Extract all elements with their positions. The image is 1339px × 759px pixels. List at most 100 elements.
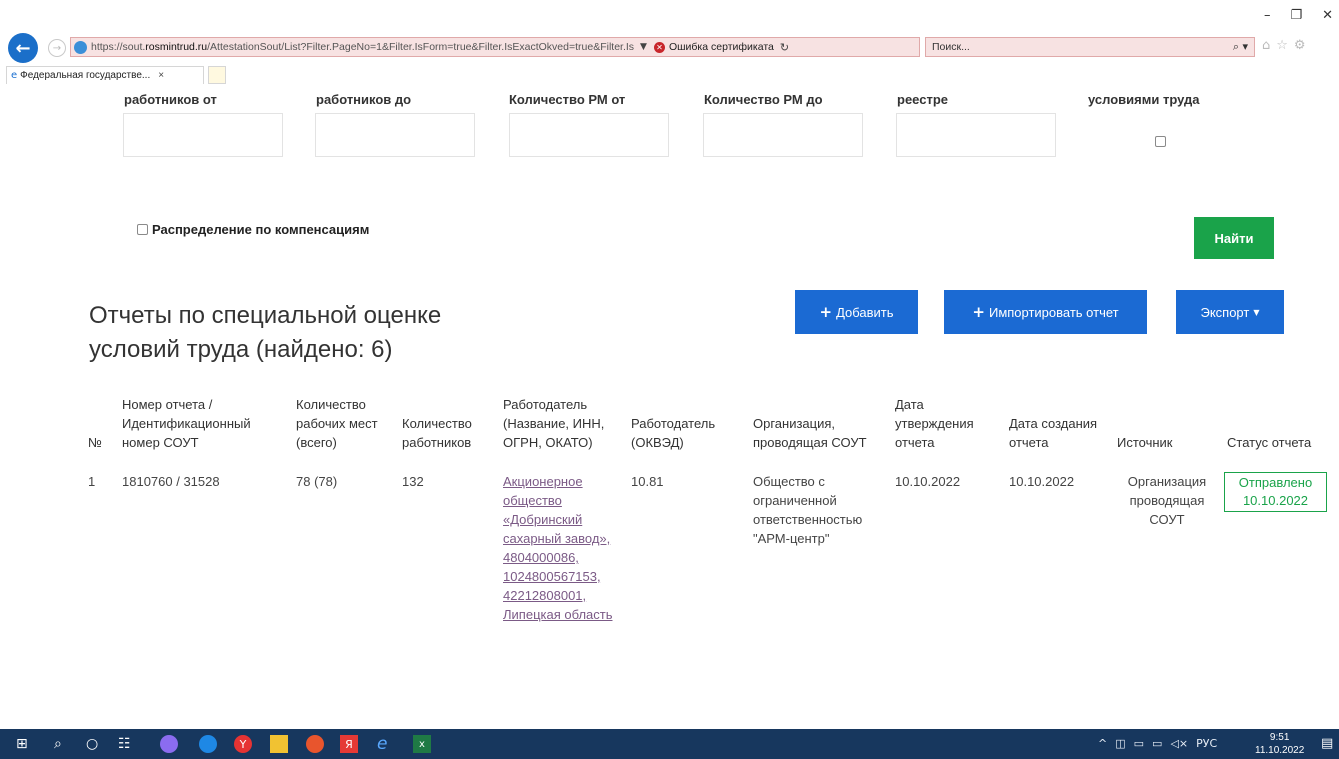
compensation-label[interactable]: Распределение по компенсациям: [152, 222, 369, 237]
employer-link[interactable]: Акционерное общество «Добринский сахарны…: [503, 474, 613, 622]
import-report-label: Импортировать отчет: [988, 304, 1119, 320]
harmful-conditions-checkbox[interactable]: [1155, 136, 1166, 147]
col-header-approved-date[interactable]: Дата утверждения отчета: [890, 395, 1004, 461]
import-report-button[interactable]: + Импортировать отчет: [944, 290, 1147, 334]
col-header-created-date[interactable]: Дата создания отчета: [1004, 395, 1112, 461]
url-path: /AttestationSout/List?Filter.PageNo=1&Fi…: [207, 41, 635, 53]
system-tray: ^ ◫ ▭ ▭ ◁× РУС: [1098, 737, 1217, 750]
cell-workers: 132: [402, 474, 424, 489]
workers-to-input[interactable]: [315, 113, 475, 157]
filter-label-rm-from: Количество РМ от: [509, 92, 626, 107]
favorites-star-icon[interactable]: ☆: [1276, 38, 1288, 53]
forward-button[interactable]: →: [48, 39, 66, 57]
cell-created-date: 10.10.2022: [1009, 474, 1075, 489]
back-button[interactable]: ←: [8, 33, 38, 63]
col-header-no: №: [88, 435, 102, 450]
filter-label-registry: реестре: [897, 92, 948, 107]
col-header-number[interactable]: Номер отчета / Идентификационный номер С…: [117, 395, 291, 461]
edge-browser-icon[interactable]: [199, 735, 217, 753]
cell-no: 1: [88, 474, 96, 489]
col-header-okved[interactable]: Работодатель (ОКВЭД): [626, 395, 748, 461]
forward-arrow-icon: →: [52, 42, 62, 54]
url-prefix: https://sout.: [91, 41, 146, 53]
refresh-icon[interactable]: ↻: [780, 41, 789, 54]
excel-icon[interactable]: x: [413, 735, 431, 753]
cell-organization: Общество с ограниченной ответственностью…: [753, 474, 863, 546]
tab-close-icon[interactable]: ×: [158, 70, 164, 81]
clock-date: 11.10.2022: [1255, 745, 1305, 756]
col-header-workers[interactable]: Количество работников: [397, 395, 498, 461]
table-header-row: № Номер отчета / Идентификационный номер…: [83, 395, 1332, 461]
settings-gear-icon[interactable]: ⚙: [1294, 38, 1306, 53]
back-arrow-icon: ←: [15, 37, 31, 59]
address-dropdown-icon[interactable]: ▼: [640, 42, 647, 52]
notifications-icon[interactable]: ▤: [1321, 736, 1333, 751]
filter-label-workers-from: работников от: [124, 92, 217, 107]
col-header-places[interactable]: Количество рабочих мест (всего): [291, 395, 397, 461]
registry-input[interactable]: [896, 113, 1056, 157]
certificate-error-icon: ✕: [653, 41, 665, 53]
col-header-organization[interactable]: Организация, проводящая СОУТ: [748, 395, 890, 461]
compensation-filter: Распределение по компенсациям: [137, 222, 369, 237]
clock-time: 9:51: [1269, 732, 1290, 743]
yandex-browser-icon[interactable]: Y: [234, 735, 252, 753]
table-row: 1 1810760 / 31528 78 (78) 132 Акционерно…: [83, 461, 1332, 624]
status-badge: Отправлено 10.10.2022: [1224, 472, 1327, 512]
taskbar-search-icon[interactable]: ⌕: [54, 735, 62, 753]
yandex-icon[interactable]: Я: [340, 735, 358, 753]
address-bar[interactable]: https://sout.rosmintrud.ru/AttestationSo…: [70, 37, 920, 57]
export-dropdown-button[interactable]: Экспорт ▼: [1176, 290, 1284, 334]
col-header-employer[interactable]: Работодатель (Название, ИНН, ОГРН, ОКАТО…: [498, 395, 626, 461]
url-text[interactable]: https://sout.rosmintrud.ru/AttestationSo…: [91, 41, 634, 53]
restore-button[interactable]: ❐: [1290, 8, 1302, 23]
find-button[interactable]: Найти: [1194, 217, 1274, 259]
app-purple-icon[interactable]: [160, 735, 178, 753]
cortana-icon[interactable]: ○: [86, 735, 98, 753]
filter-label-harmful: условиями труда: [1088, 92, 1200, 107]
plus-icon: +: [819, 303, 833, 321]
tray-app-icon[interactable]: ◫: [1115, 737, 1125, 750]
ie-tab-icon: e: [11, 70, 18, 81]
search-icon[interactable]: ⌕ ▾: [1233, 40, 1248, 54]
cell-employer: Акционерное общество «Добринский сахарны…: [498, 461, 626, 624]
new-tab-button[interactable]: [208, 66, 226, 84]
compensation-checkbox[interactable]: [137, 224, 148, 235]
task-view-icon[interactable]: ☷: [118, 735, 131, 753]
rm-from-input[interactable]: [509, 113, 669, 157]
filter-label-workers-to: работников до: [316, 92, 412, 107]
add-report-button[interactable]: + Добавить: [795, 290, 918, 334]
home-icon[interactable]: ⌂: [1262, 38, 1270, 53]
minimize-button[interactable]: –: [1264, 8, 1271, 23]
export-label: Экспорт: [1200, 304, 1250, 320]
search-placeholder: Поиск...: [932, 41, 970, 53]
internet-explorer-icon[interactable]: e: [377, 734, 387, 754]
windows-taskbar: ⊞ ⌕ ○ ☷ Y Я e x ^ ◫ ▭ ▭ ◁× РУС 9:51 11.1…: [0, 729, 1339, 759]
browser-search-input[interactable]: Поиск... ⌕ ▾: [925, 37, 1255, 57]
workers-from-input[interactable]: [123, 113, 283, 157]
tray-network-icon[interactable]: ▭: [1134, 737, 1144, 750]
caret-down-icon: ▼: [1253, 307, 1260, 317]
cell-report-number: 1810760 / 31528: [122, 474, 220, 489]
window-controls: – ❐ ✕: [1264, 8, 1333, 23]
tray-display-icon[interactable]: ▭: [1152, 737, 1162, 750]
system-clock[interactable]: 9:51 11.10.2022: [1255, 731, 1304, 757]
reports-table: № Номер отчета / Идентификационный номер…: [83, 395, 1332, 624]
windows-start-icon[interactable]: ⊞: [16, 735, 28, 753]
file-explorer-icon[interactable]: [270, 735, 288, 753]
browser-tab[interactable]: e Федеральная государстве... ×: [6, 66, 204, 84]
cell-status: Отправлено 10.10.2022: [1222, 461, 1332, 624]
tab-title: Федеральная государстве...: [20, 70, 151, 81]
cell-okved: 10.81: [631, 474, 664, 489]
cell-source: Организация проводящая СОУТ: [1127, 474, 1207, 527]
language-indicator[interactable]: РУС: [1196, 737, 1217, 750]
browser-toolbar-icons: ⌂ ☆ ⚙: [1262, 38, 1306, 53]
rm-to-input[interactable]: [703, 113, 863, 157]
filter-label-rm-to: Количество РМ до: [704, 92, 823, 107]
close-window-button[interactable]: ✕: [1322, 8, 1333, 23]
volume-icon[interactable]: ◁×: [1170, 737, 1188, 750]
tray-expand-icon[interactable]: ^: [1098, 737, 1107, 750]
url-domain: rosmintrud.ru: [145, 41, 208, 53]
chrome-icon[interactable]: [306, 735, 324, 753]
certificate-error-label[interactable]: Ошибка сертификата: [669, 41, 774, 53]
col-header-source: Источник: [1117, 435, 1173, 450]
